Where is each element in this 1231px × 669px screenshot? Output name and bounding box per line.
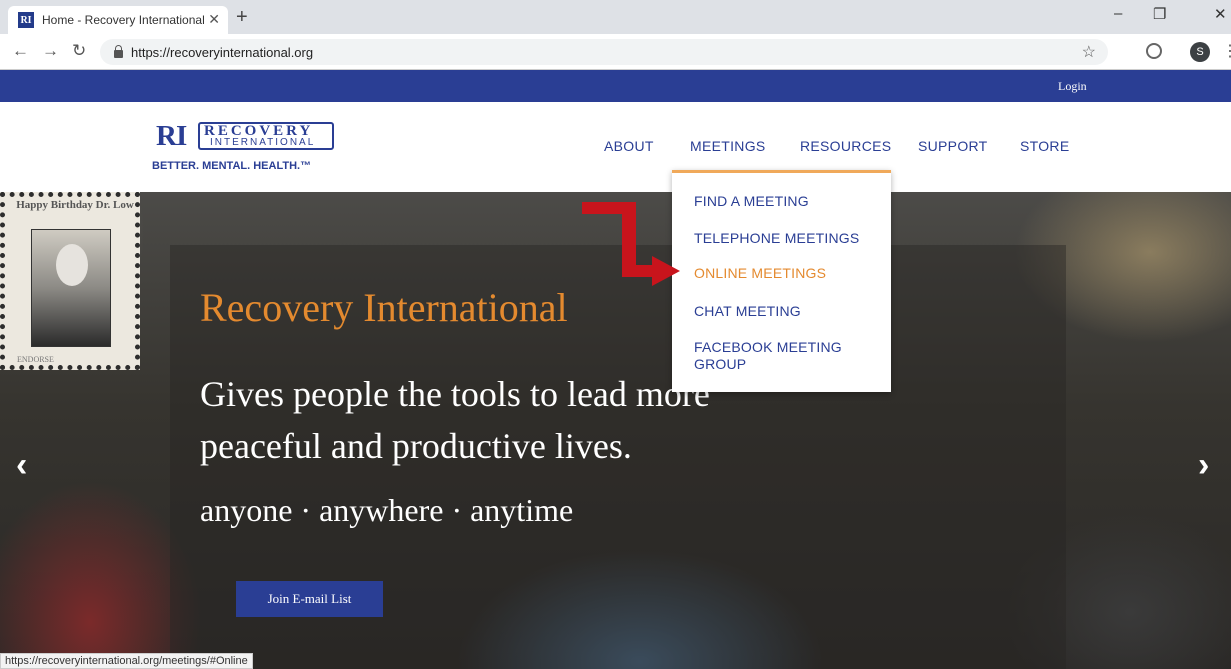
annotation-arrow-icon bbox=[582, 202, 680, 286]
annotation-arrow-shape bbox=[582, 202, 680, 286]
status-bar: https://recoveryinternational.org/meetin… bbox=[0, 653, 253, 669]
